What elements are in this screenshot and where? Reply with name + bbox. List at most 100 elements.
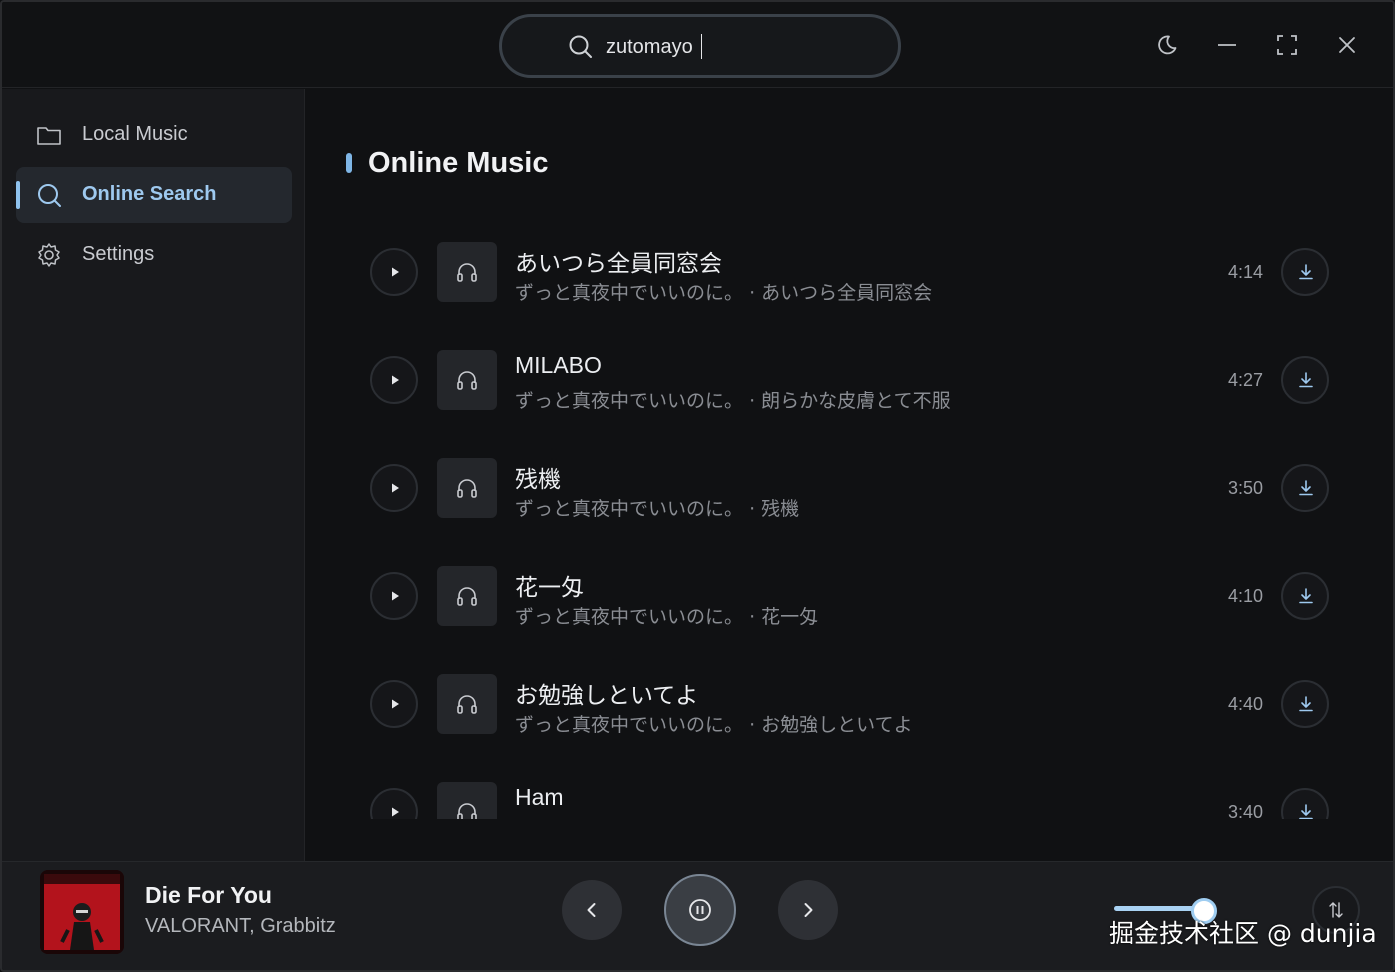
close-button[interactable] bbox=[1332, 30, 1362, 60]
song-artist: ずっと真夜中でいいのに。 bbox=[515, 498, 744, 520]
play-button[interactable] bbox=[370, 356, 418, 404]
play-icon bbox=[392, 591, 399, 601]
song-cover-placeholder bbox=[437, 674, 497, 734]
song-title: あいつら全員同窓会 bbox=[515, 250, 722, 276]
song-cover-placeholder bbox=[437, 350, 497, 410]
download-button[interactable] bbox=[1281, 464, 1329, 512]
song-artist: ずっと真夜中でいいのに。 bbox=[515, 606, 744, 628]
now-playing-artist: VALORANT, Grabbitz bbox=[145, 915, 336, 937]
page-title: Online Music bbox=[368, 147, 549, 179]
song-title: MILABO bbox=[515, 352, 602, 378]
play-icon bbox=[392, 807, 399, 817]
download-icon bbox=[1299, 804, 1313, 819]
sidebar-item-label: Online Search bbox=[82, 183, 217, 205]
maximize-button[interactable] bbox=[1272, 30, 1302, 60]
minimize-button[interactable] bbox=[1212, 30, 1242, 60]
headphones-icon bbox=[457, 263, 477, 282]
song-cover-placeholder bbox=[437, 566, 497, 626]
download-icon bbox=[1299, 588, 1313, 604]
download-button[interactable] bbox=[1281, 248, 1329, 296]
play-button[interactable] bbox=[370, 572, 418, 620]
moon-icon bbox=[1158, 35, 1177, 55]
song-row[interactable]: 花一匁 ずっと真夜中でいいのに。 · 花一匁 4:10 bbox=[370, 566, 1332, 642]
song-artist-album: ずっと真夜中でいいのに。 · あいつら全員同窓会 bbox=[515, 278, 932, 305]
gear-icon bbox=[38, 243, 60, 267]
song-list: Online Music あいつら全員同窓会 ずっと真夜中でいいのに。 · あい… bbox=[306, 89, 1393, 819]
song-album: · 花一匁 bbox=[749, 606, 819, 628]
fullscreen-icon bbox=[1277, 35, 1297, 55]
headphones-icon bbox=[457, 587, 477, 606]
download-icon bbox=[1299, 480, 1313, 496]
song-cover-placeholder bbox=[437, 782, 497, 819]
now-playing-title: Die For You bbox=[145, 882, 272, 908]
song-row[interactable]: あいつら全員同窓会 ずっと真夜中でいいのに。 · あいつら全員同窓会 4:14 bbox=[370, 242, 1332, 318]
song-row[interactable]: MILABO ずっと真夜中でいいのに。 · 朗らかな皮膚とて不服 4:27 bbox=[370, 350, 1332, 426]
song-duration: 4:40 bbox=[1228, 694, 1264, 714]
dark-mode-toggle[interactable] bbox=[1152, 30, 1182, 60]
player-bar: Die For You VALORANT, Grabbitz 掘金技术社区 @ … bbox=[2, 861, 1393, 970]
song-album: · 朗らかな皮膚とて不服 bbox=[749, 390, 951, 412]
download-button[interactable] bbox=[1281, 788, 1329, 819]
song-title: Ham bbox=[515, 784, 564, 810]
play-button[interactable] bbox=[370, 248, 418, 296]
sidebar-item-settings[interactable]: Settings bbox=[16, 227, 292, 283]
song-duration: 3:40 bbox=[1228, 802, 1264, 819]
title-bar bbox=[2, 2, 1393, 88]
search-input[interactable] bbox=[606, 33, 876, 61]
song-artist-album: ずっと真夜中でいいのに。 · お勉強しといてよ bbox=[515, 710, 913, 737]
headphones-icon bbox=[457, 803, 477, 819]
song-cover-placeholder bbox=[437, 458, 497, 518]
text-caret bbox=[701, 34, 702, 59]
song-cover-placeholder bbox=[437, 242, 497, 302]
chevron-right-icon bbox=[804, 903, 813, 917]
download-button[interactable] bbox=[1281, 356, 1329, 404]
play-icon bbox=[392, 699, 399, 709]
song-album: · お勉強しといてよ bbox=[749, 714, 913, 736]
watermark-text: 掘金技术社区 @ dunjia bbox=[1109, 919, 1377, 948]
play-button[interactable] bbox=[370, 464, 418, 512]
song-artist-album: ずっと真夜中でいいのに。 · 残機 bbox=[515, 494, 799, 521]
song-artist: ずっと真夜中でいいのに。 bbox=[515, 390, 744, 412]
main-content: Online Music あいつら全員同窓会 ずっと真夜中でいいのに。 · あい… bbox=[306, 89, 1393, 861]
search-box[interactable] bbox=[499, 14, 901, 78]
headphones-icon bbox=[457, 371, 477, 390]
sidebar-item-local-music[interactable]: Local Music bbox=[16, 107, 292, 163]
play-icon bbox=[392, 267, 399, 277]
song-duration: 4:27 bbox=[1228, 370, 1264, 390]
sidebar-item-label: Local Music bbox=[82, 123, 188, 145]
song-duration: 4:14 bbox=[1228, 262, 1264, 282]
download-icon bbox=[1299, 264, 1313, 280]
next-button[interactable] bbox=[778, 880, 838, 940]
chevron-left-icon bbox=[587, 903, 596, 917]
song-row[interactable]: Ham 3:40 bbox=[370, 782, 1332, 819]
album-art-image bbox=[40, 870, 124, 954]
pause-button[interactable] bbox=[664, 874, 736, 946]
download-icon bbox=[1299, 696, 1313, 712]
play-button[interactable] bbox=[370, 680, 418, 728]
sidebar: Local Music Online Search Settings bbox=[2, 89, 305, 861]
song-row[interactable]: 残機 ずっと真夜中でいいのに。 · 残機 3:50 bbox=[370, 458, 1332, 534]
song-title: 花一匁 bbox=[515, 574, 584, 600]
song-title: お勉強しといてよ bbox=[515, 682, 699, 708]
song-duration: 4:10 bbox=[1228, 586, 1264, 606]
download-button[interactable] bbox=[1281, 680, 1329, 728]
download-icon bbox=[1299, 372, 1313, 388]
pause-icon bbox=[689, 899, 711, 921]
song-artist: ずっと真夜中でいいのに。 bbox=[515, 714, 744, 736]
app-window: Local Music Online Search Settings Onlin… bbox=[0, 0, 1395, 972]
download-button[interactable] bbox=[1281, 572, 1329, 620]
play-icon bbox=[392, 375, 399, 385]
search-icon bbox=[38, 184, 61, 207]
sidebar-item-online-search[interactable]: Online Search bbox=[16, 167, 292, 223]
song-duration: 3:50 bbox=[1228, 478, 1264, 498]
headphones-icon bbox=[457, 479, 477, 498]
section-title-accent bbox=[346, 153, 352, 173]
song-row[interactable]: お勉強しといてよ ずっと真夜中でいいのに。 · お勉強しといてよ 4:40 bbox=[370, 674, 1332, 750]
song-artist: ずっと真夜中でいいのに。 bbox=[515, 282, 744, 304]
song-artist-album: ずっと真夜中でいいのに。 · 朗らかな皮膚とて不服 bbox=[515, 386, 951, 413]
play-button[interactable] bbox=[370, 788, 418, 819]
album-art[interactable] bbox=[40, 870, 124, 954]
search-icon bbox=[569, 35, 592, 58]
song-album: · あいつら全員同窓会 bbox=[749, 282, 933, 304]
previous-button[interactable] bbox=[562, 880, 622, 940]
